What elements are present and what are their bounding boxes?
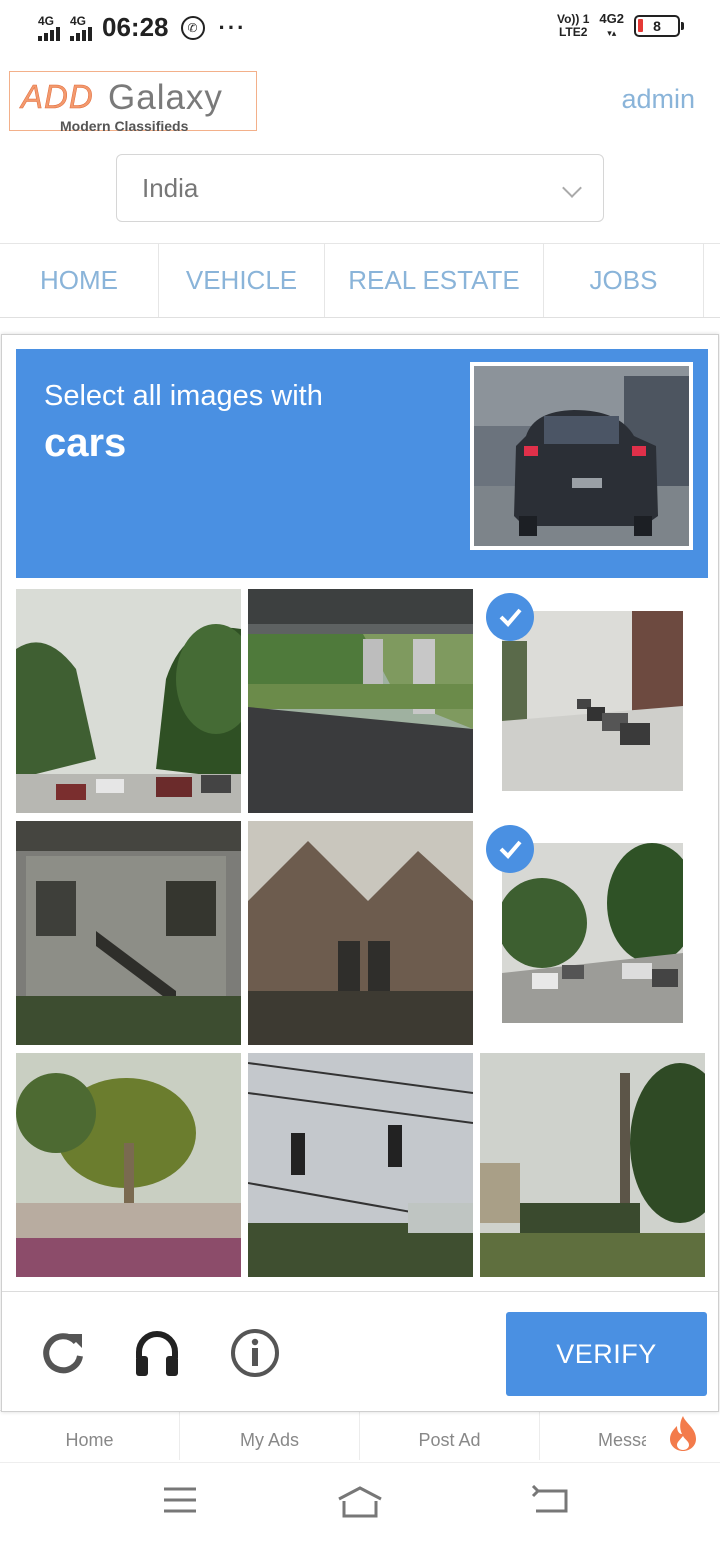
- chevron-down-icon: [562, 178, 582, 198]
- reload-icon[interactable]: [38, 1328, 88, 1378]
- volte-indicator: Vo)) 1 LTE2: [556, 12, 590, 39]
- network-indicator: 4G2 ▾▴: [599, 11, 624, 39]
- country-select-value: India: [142, 173, 199, 203]
- check-icon: [486, 825, 534, 873]
- captcha-challenge-header: Select all images with cars: [16, 349, 708, 578]
- captcha-target: cars: [44, 421, 127, 465]
- captcha-tile-8[interactable]: [248, 1053, 473, 1277]
- captcha-prompt: Select all images with: [44, 380, 323, 412]
- captcha-tile-3[interactable]: [480, 589, 705, 813]
- clock: 06:28: [102, 12, 169, 42]
- headphones-icon[interactable]: [132, 1328, 182, 1378]
- system-navigation-bar: [0, 1462, 720, 1544]
- captcha-tile-9[interactable]: [480, 1053, 705, 1277]
- category-nav: HOME VEHICLE REAL ESTATE JOBS: [0, 243, 720, 318]
- tab-my-ads[interactable]: My Ads: [180, 1411, 360, 1460]
- bottom-tab-bar: Home My Ads Post Ad Messag: [0, 1410, 720, 1460]
- admin-link[interactable]: admin: [621, 84, 695, 115]
- captcha-dialog: Select all images with cars VERIFY: [1, 334, 719, 1412]
- captcha-tile-5[interactable]: [248, 821, 473, 1045]
- home-icon[interactable]: [336, 1485, 384, 1528]
- back-icon[interactable]: [530, 1484, 570, 1524]
- captcha-footer: VERIFY: [2, 1291, 718, 1411]
- nav-vehicle[interactable]: VEHICLE: [159, 244, 325, 317]
- captcha-sample-image: [470, 362, 693, 550]
- logo-galaxy-text: Galaxy: [108, 78, 223, 117]
- tab-post-ad[interactable]: Post Ad: [360, 1411, 540, 1460]
- status-bar: 4G 4G 06:28 ✆ ··· Vo)) 1 LTE2 4G2 ▾▴ 8: [0, 0, 720, 56]
- nav-jobs[interactable]: JOBS: [544, 244, 704, 317]
- nav-real-estate[interactable]: REAL ESTATE: [325, 244, 544, 317]
- fire-icon[interactable]: [646, 1406, 720, 1460]
- verify-button[interactable]: VERIFY: [506, 1312, 707, 1396]
- info-icon[interactable]: [230, 1328, 280, 1378]
- check-icon: [486, 593, 534, 641]
- battery-icon: 8: [634, 15, 684, 37]
- country-select[interactable]: India: [116, 154, 604, 222]
- signal-1-icon: 4G: [38, 15, 60, 41]
- captcha-tile-7[interactable]: [16, 1053, 241, 1277]
- captcha-tile-1[interactable]: [16, 589, 241, 813]
- captcha-tile-4[interactable]: [16, 821, 241, 1045]
- site-logo[interactable]: ADD Galaxy Modern Classifieds: [9, 71, 257, 134]
- captcha-tile-6[interactable]: [480, 821, 705, 1045]
- logo-tagline: Modern Classifieds: [60, 118, 189, 134]
- logo-add-text: ADD: [21, 78, 94, 116]
- nav-home[interactable]: HOME: [0, 244, 159, 317]
- signal-2-icon: 4G: [70, 15, 92, 41]
- captcha-tile-2[interactable]: [248, 589, 473, 813]
- more-notifications-icon: ···: [218, 14, 247, 40]
- whatsapp-icon: ✆: [180, 15, 205, 40]
- menu-icon[interactable]: [162, 1485, 198, 1524]
- tab-home[interactable]: Home: [0, 1411, 180, 1460]
